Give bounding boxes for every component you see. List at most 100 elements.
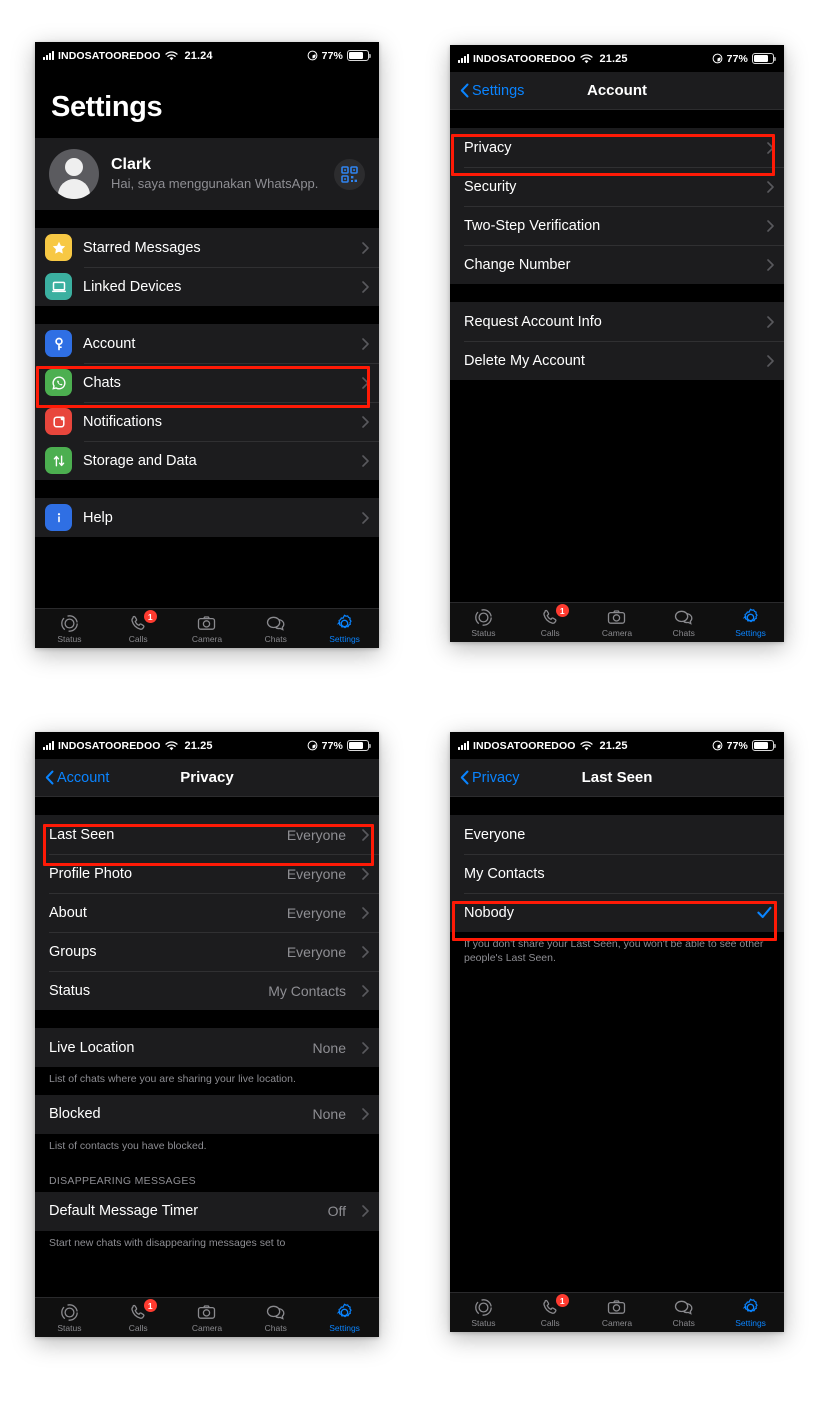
tab-label: Chats [264, 1323, 287, 1333]
back-button[interactable]: Account [45, 770, 109, 786]
back-button[interactable]: Settings [460, 83, 524, 99]
calls-badge: 1 [555, 1294, 569, 1307]
chat-bubbles-icon [266, 1302, 286, 1322]
battery-percent: 77% [726, 739, 748, 752]
battery-icon [347, 50, 371, 61]
list-item-about[interactable]: About Everyone [35, 893, 379, 932]
privacy-scroll-area[interactable]: Last Seen Everyone Profile Photo Everyon… [35, 797, 379, 1297]
tab-calls[interactable]: 1 Calls [517, 604, 584, 638]
wifi-icon [579, 53, 593, 64]
chevron-right-icon [362, 1108, 369, 1121]
phone-icon: 1 [541, 1294, 569, 1317]
camera-icon [607, 1297, 626, 1317]
list-item-security[interactable]: Security [450, 167, 784, 206]
section-gap [35, 1010, 379, 1028]
back-label: Privacy [472, 769, 520, 786]
sidebar-item-starred-messages[interactable]: Starred Messages [35, 228, 379, 267]
list-item-blocked[interactable]: Blocked None [35, 1094, 379, 1134]
row-label: Two-Step Verification [464, 217, 601, 234]
row-value: Everyone [286, 826, 346, 843]
sidebar-item-storage-and-data[interactable]: Storage and Data [35, 441, 379, 480]
tab-bar[interactable]: Status 1 Calls Camera Chats Settings [450, 1292, 784, 1332]
tab-settings[interactable]: Settings [310, 613, 379, 644]
profile-name: Clark [111, 155, 152, 173]
chevron-right-icon [767, 141, 774, 154]
tab-label: Status [57, 634, 82, 644]
list-item-default-message-timer[interactable]: Default Message Timer Off [35, 1191, 379, 1231]
row-label: Notifications [83, 413, 162, 430]
tab-settings[interactable]: Settings [717, 1297, 784, 1328]
profile-status: Hai, saya menggunakan WhatsApp. [111, 175, 319, 191]
tab-label: Calls [540, 1318, 560, 1328]
key-icon [45, 330, 72, 357]
list-item-live-location[interactable]: Live Location None [35, 1028, 379, 1067]
blocked-note: List of contacts you have blocked. [35, 1133, 379, 1162]
tab-chats[interactable]: Chats [650, 607, 717, 638]
back-button[interactable]: Privacy [460, 770, 520, 786]
option-my-contacts[interactable]: My Contacts [450, 854, 784, 893]
sidebar-item-linked-devices[interactable]: Linked Devices [35, 267, 379, 306]
tab-chats[interactable]: Chats [241, 613, 310, 644]
battery-percent: 77% [321, 49, 343, 62]
tab-label: Status [57, 1323, 82, 1333]
list-item-delete-my-account[interactable]: Delete My Account [450, 341, 784, 380]
row-label: Status [49, 982, 91, 999]
sidebar-item-chats[interactable]: Chats [35, 363, 379, 402]
tab-camera[interactable]: Camera [584, 607, 651, 638]
profile-row[interactable]: Clark Hai, saya menggunakan WhatsApp. [35, 138, 379, 210]
list-item-groups[interactable]: Groups Everyone [35, 932, 379, 971]
list-item-last-seen[interactable]: Last Seen Everyone [35, 815, 379, 854]
tab-chats[interactable]: Chats [650, 1297, 717, 1328]
row-label: Profile Photo [49, 865, 133, 882]
sidebar-item-notifications[interactable]: Notifications [35, 402, 379, 441]
chevron-right-icon [767, 315, 774, 328]
list-item-status[interactable]: Status My Contacts [35, 971, 379, 1010]
option-everyone[interactable]: Everyone [450, 815, 784, 854]
list-item-two-step-verification[interactable]: Two-Step Verification [450, 206, 784, 245]
settings-scroll-area[interactable]: Clark Hai, saya menggunakan WhatsApp. St… [35, 138, 379, 608]
tab-status[interactable]: Status [35, 613, 104, 644]
qr-code-icon[interactable] [334, 158, 365, 190]
camera-icon [197, 613, 216, 633]
list-item-change-number[interactable]: Change Number [450, 245, 784, 284]
carrier-label: INDOSATOOREDOO [473, 739, 576, 752]
option-nobody[interactable]: Nobody [450, 893, 784, 932]
do-not-disturb-icon [307, 740, 318, 751]
status-bar: INDOSATOOREDOO 21.25 77% [450, 732, 784, 759]
row-label: Help [83, 509, 113, 526]
tab-bar[interactable]: Status 1 Calls Camera Chats Settings [35, 608, 379, 648]
tab-calls[interactable]: 1 Calls [104, 610, 173, 644]
list-item-profile-photo[interactable]: Profile Photo Everyone [35, 854, 379, 893]
gear-icon [335, 613, 354, 633]
account-scroll-area[interactable]: Privacy Security Two-Step Verification C… [450, 110, 784, 602]
tab-bar[interactable]: Status 1 Calls Camera Chats Settings [450, 602, 784, 642]
tab-chats[interactable]: Chats [241, 1302, 310, 1333]
sidebar-item-account[interactable]: Account [35, 324, 379, 363]
tab-status[interactable]: Status [35, 1302, 104, 1333]
list-item-request-account-info[interactable]: Request Account Info [450, 302, 784, 341]
tab-calls[interactable]: 1 Calls [104, 1299, 173, 1333]
status-rings-icon [474, 607, 493, 627]
account-group-1: Privacy Security Two-Step Verification C… [450, 128, 784, 284]
tab-settings[interactable]: Settings [717, 607, 784, 638]
sidebar-item-help[interactable]: Help [35, 498, 379, 537]
list-item-privacy[interactable]: Privacy [450, 128, 784, 167]
wifi-icon [579, 740, 593, 751]
tab-camera[interactable]: Camera [584, 1297, 651, 1328]
chevron-right-icon [362, 1041, 369, 1054]
tab-status[interactable]: Status [450, 607, 517, 638]
tab-camera[interactable]: Camera [173, 1302, 242, 1333]
tab-camera[interactable]: Camera [173, 613, 242, 644]
tab-settings[interactable]: Settings [310, 1302, 379, 1333]
carrier-label: INDOSATOOREDOO [58, 739, 161, 752]
tab-status[interactable]: Status [450, 1297, 517, 1328]
row-label: Change Number [464, 256, 571, 273]
last-seen-scroll-area[interactable]: Everyone My Contacts Nobody If you don't… [450, 797, 784, 1292]
tab-bar[interactable]: Status 1 Calls Camera Chats Settings [35, 1297, 379, 1337]
tab-calls[interactable]: 1 Calls [517, 1294, 584, 1328]
section-gap [35, 797, 379, 815]
privacy-group-live-location: Live Location None [35, 1028, 379, 1067]
phone-icon: 1 [129, 610, 157, 633]
cellular-bars-icon [43, 51, 54, 60]
row-label: Default Message Timer [49, 1203, 199, 1220]
